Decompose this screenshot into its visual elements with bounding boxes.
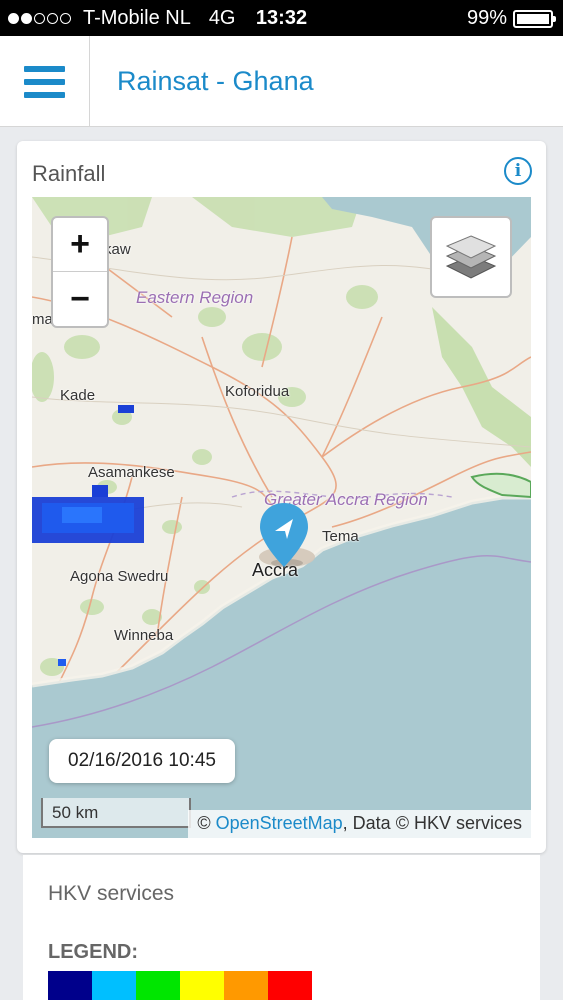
attribution-prefix: © [197, 813, 216, 833]
status-bar: T-Mobile NL 4G 13:32 99% [0, 0, 563, 36]
card-title: Rainfall [32, 161, 106, 186]
signal-strength-icon [8, 13, 71, 24]
battery-icon [513, 9, 556, 28]
zoom-out-button[interactable]: − [53, 272, 107, 326]
network-type: 4G [208, 7, 236, 29]
page-title: Rainsat - Ghana [117, 66, 314, 96]
legend-color-bar [48, 971, 312, 1000]
rainfall-map[interactable]: kaw ma Eastern Region Koforidua Kade Asa… [32, 197, 531, 838]
info-icon[interactable]: i [504, 157, 532, 185]
legend-swatch [268, 971, 312, 1000]
map-label-winneba: Winneba [114, 627, 174, 644]
hamburger-menu-icon[interactable] [0, 36, 90, 127]
zoom-in-button[interactable]: + [53, 218, 107, 272]
rainfall-card: Rainfall i kaw ma Eastern Region Koforid… [17, 141, 546, 853]
clock: 13:32 [255, 7, 308, 29]
map-label-agona-swedru: Agona Swedru [70, 568, 169, 585]
carrier-name: T-Mobile NL [83, 7, 191, 29]
legend-title: LEGEND: [48, 941, 138, 963]
map-label-asamankese: Asamankese [88, 464, 175, 481]
zoom-control: + − [51, 216, 109, 328]
layers-button[interactable] [430, 216, 512, 298]
attribution-suffix: , Data © HKV services [342, 813, 522, 833]
legend-swatch [136, 971, 180, 1000]
provider-title: HKV services [48, 882, 175, 905]
map-label-eastern-region: Eastern Region [136, 288, 254, 307]
map-label-koforidua: Koforidua [225, 383, 290, 400]
map-scale: 50 km [41, 798, 191, 828]
info-card: HKV services LEGEND: [23, 855, 540, 1000]
map-attribution: © OpenStreetMap, Data © HKV services [188, 810, 531, 838]
layers-icon [445, 235, 497, 279]
map-label-kade: Kade [60, 387, 96, 404]
legend-swatch [92, 971, 136, 1000]
legend-swatch [224, 971, 268, 1000]
location-marker-icon[interactable] [257, 501, 311, 574]
app-header: Rainsat - Ghana [0, 36, 563, 127]
timestamp-label: 02/16/2016 10:45 [49, 739, 235, 783]
legend-swatch [48, 971, 92, 1000]
map-label-ma: ma [32, 311, 53, 328]
map-label-tema: Tema [322, 528, 359, 545]
battery-percent: 99% [466, 7, 507, 29]
legend-swatch [180, 971, 224, 1000]
openstreetmap-link[interactable]: OpenStreetMap [216, 813, 343, 833]
